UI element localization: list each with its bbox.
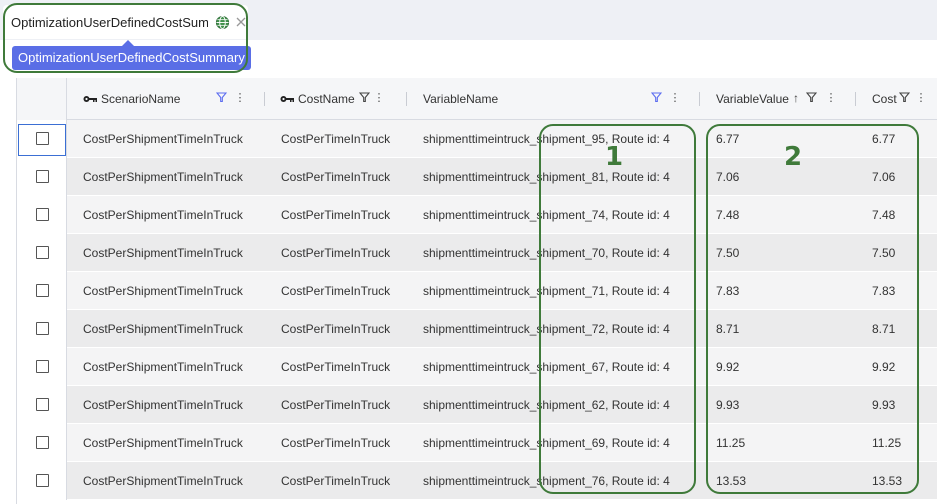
column-header-variable-name[interactable]: VariableName	[423, 78, 498, 120]
cell-scenario-name: CostPerShipmentTimeInTruck	[83, 208, 243, 222]
column-header-scenario-name[interactable]: ScenarioName	[83, 78, 180, 120]
cell-scenario-name: CostPerShipmentTimeInTruck	[83, 132, 243, 146]
row-select-cell	[17, 310, 67, 348]
column-header-cost-name[interactable]: CostName	[280, 78, 355, 120]
cell-cost-name: CostPerTimeInTruck	[281, 398, 391, 412]
row-select-cell	[17, 196, 67, 234]
cell-cost-name: CostPerTimeInTruck	[281, 284, 391, 298]
cell-scenario-name: CostPerShipmentTimeInTruck	[83, 436, 243, 450]
filter-icon[interactable]	[359, 92, 370, 103]
column-divider	[699, 92, 700, 106]
grid-header: ScenarioName ⋮ CostName ⋮ VariableName ⋮	[17, 78, 937, 120]
cell-cost-name: CostPerTimeInTruck	[281, 474, 391, 488]
row-checkbox[interactable]	[36, 360, 49, 373]
column-menu-icon[interactable]: ⋮	[915, 91, 927, 105]
row-checkbox[interactable]	[36, 246, 49, 259]
row-checkbox[interactable]	[36, 284, 49, 297]
callout-number-2: 2	[784, 142, 803, 172]
row-select-cell	[17, 424, 67, 462]
cell-cost-name: CostPerTimeInTruck	[281, 132, 391, 146]
column-header-variable-value[interactable]: VariableValue	[716, 78, 789, 120]
cell-scenario-name: CostPerShipmentTimeInTruck	[83, 322, 243, 336]
column-header-label: VariableName	[423, 92, 499, 106]
row-checkbox[interactable]	[36, 170, 49, 183]
column-divider	[406, 92, 407, 106]
cell-cost-name: CostPerTimeInTruck	[281, 170, 391, 184]
cell-scenario-name: CostPerShipmentTimeInTruck	[83, 398, 243, 412]
cell-scenario-name: CostPerShipmentTimeInTruck	[83, 246, 243, 260]
cell-cost-name: CostPerTimeInTruck	[281, 436, 391, 450]
column-menu-icon[interactable]: ⋮	[234, 91, 246, 105]
row-checkbox[interactable]	[36, 474, 49, 487]
row-select-cell	[17, 386, 67, 424]
cell-scenario-name: CostPerShipmentTimeInTruck	[83, 170, 243, 184]
row-select-cell	[17, 272, 67, 310]
callout-box-2	[706, 124, 919, 494]
cell-cost-name: CostPerTimeInTruck	[281, 322, 391, 336]
cell-scenario-name: CostPerShipmentTimeInTruck	[83, 474, 243, 488]
column-header-label: CostName	[298, 92, 355, 106]
filter-icon[interactable]	[806, 92, 817, 103]
column-divider	[264, 92, 265, 106]
column-header-label: Cost	[872, 92, 897, 106]
tab-highlight-outline	[3, 3, 248, 73]
column-menu-icon[interactable]: ⋮	[825, 91, 837, 105]
select-all-column-header	[17, 78, 67, 120]
cell-cost-name: CostPerTimeInTruck	[281, 246, 391, 260]
row-checkbox[interactable]	[36, 322, 49, 335]
row-checkbox[interactable]	[36, 132, 49, 145]
row-select-cell	[17, 462, 67, 500]
filter-icon[interactable]	[899, 92, 910, 103]
cell-scenario-name: CostPerShipmentTimeInTruck	[83, 284, 243, 298]
column-header-label: VariableValue	[716, 92, 789, 106]
filter-icon[interactable]	[216, 92, 227, 103]
row-select-cell	[17, 158, 67, 196]
callout-number-1: 1	[605, 142, 624, 172]
cell-cost-name: CostPerTimeInTruck	[281, 360, 391, 374]
column-divider	[855, 92, 856, 106]
column-menu-icon[interactable]: ⋮	[373, 91, 385, 105]
column-header-label: ScenarioName	[101, 92, 181, 106]
filter-icon[interactable]	[651, 92, 662, 103]
row-checkbox[interactable]	[36, 208, 49, 221]
row-select-cell	[17, 348, 67, 386]
key-icon	[280, 96, 294, 102]
callout-box-1	[539, 124, 696, 494]
row-select-cell	[17, 234, 67, 272]
cell-cost-name: CostPerTimeInTruck	[281, 208, 391, 222]
column-header-cost[interactable]: Cost	[872, 78, 897, 120]
column-menu-icon[interactable]: ⋮	[669, 91, 681, 105]
sort-ascending-icon[interactable]: ↑	[790, 91, 802, 105]
row-select-cell	[17, 120, 67, 158]
row-checkbox[interactable]	[36, 398, 49, 411]
key-icon	[83, 96, 97, 102]
cell-scenario-name: CostPerShipmentTimeInTruck	[83, 360, 243, 374]
row-checkbox[interactable]	[36, 436, 49, 449]
